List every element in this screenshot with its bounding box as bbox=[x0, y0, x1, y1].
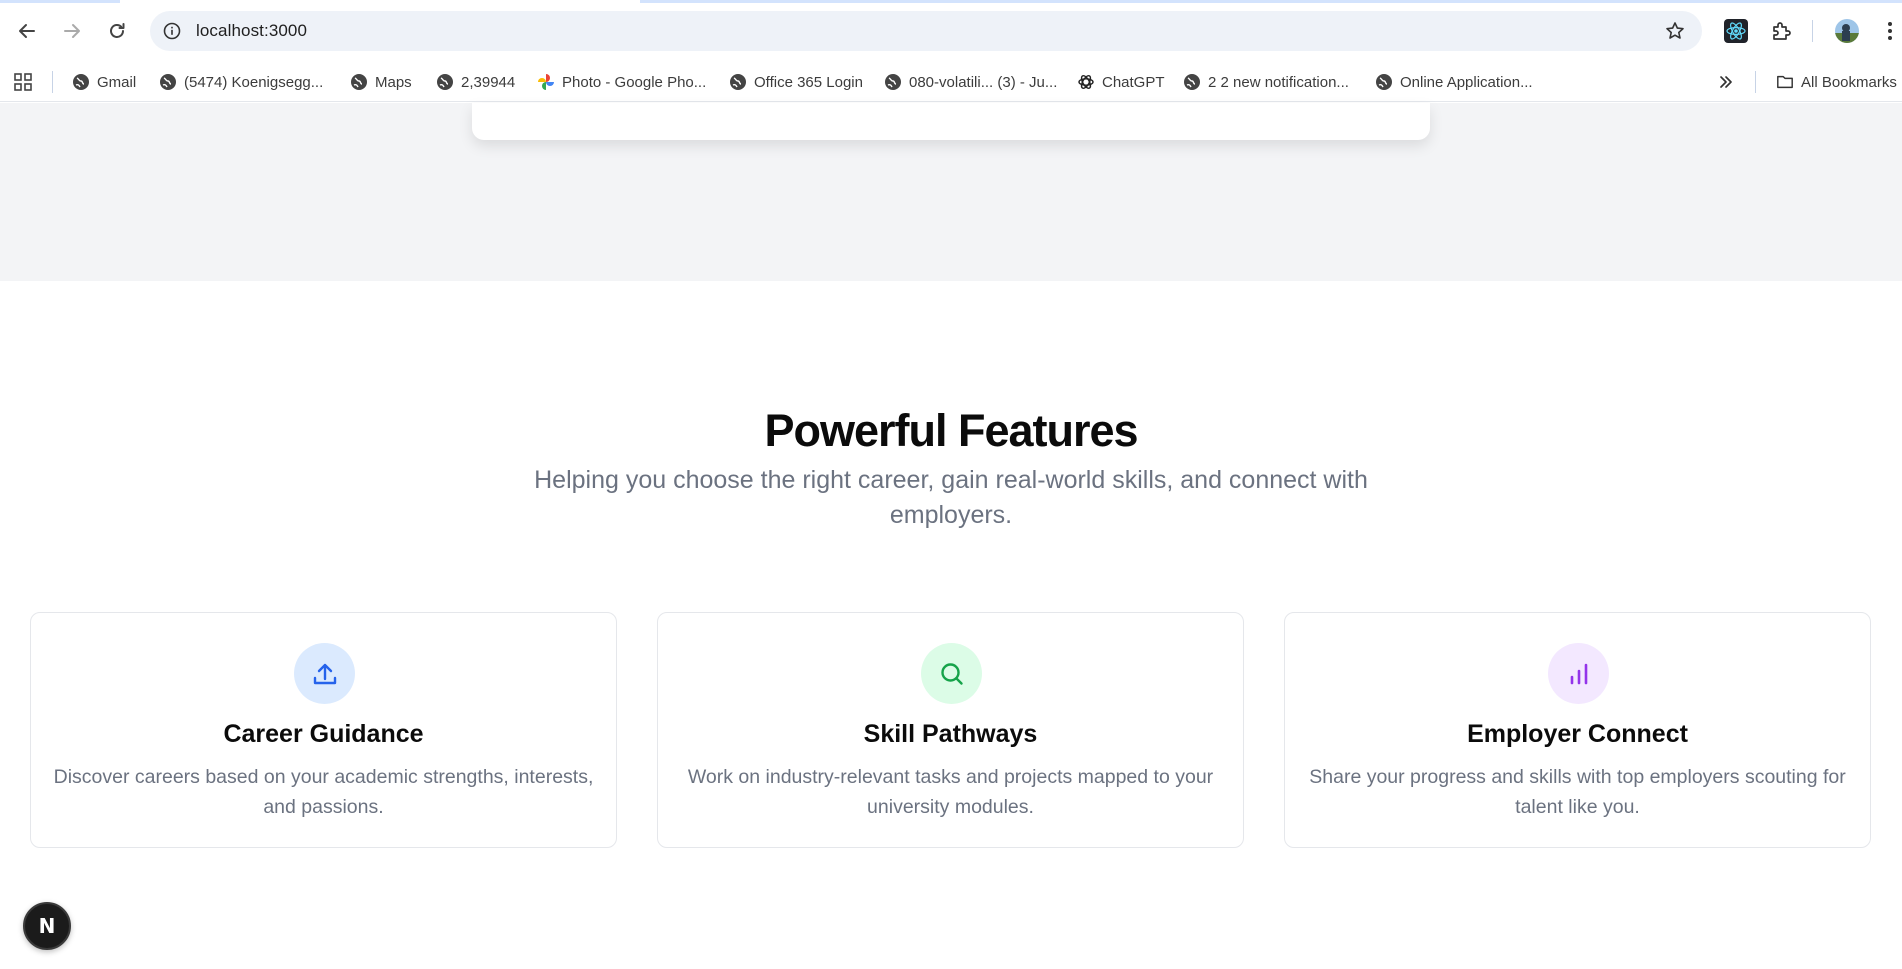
globe-icon bbox=[436, 73, 454, 91]
bookmark-item[interactable]: 2 2 new notification... bbox=[1183, 71, 1349, 93]
chatgpt-icon bbox=[1077, 73, 1095, 91]
bookmark-item[interactable]: Online Application... bbox=[1375, 71, 1533, 93]
page-content: Powerful Features Helping you choose the… bbox=[0, 103, 1902, 969]
bookmarks-divider bbox=[1755, 71, 1756, 93]
react-icon bbox=[1724, 19, 1748, 43]
arrow-left-icon bbox=[19, 24, 35, 38]
apps-button[interactable] bbox=[13, 71, 33, 93]
bookmark-label: Photo - Google Pho... bbox=[562, 73, 707, 91]
folder-icon bbox=[1776, 73, 1794, 91]
bookmark-star-icon[interactable] bbox=[1664, 20, 1686, 42]
avatar-icon bbox=[1835, 19, 1859, 43]
feature-card-skill-pathways: Skill Pathways Work on industry-relevant… bbox=[657, 612, 1244, 848]
chevron-double-right-icon bbox=[1720, 76, 1732, 88]
globe-icon bbox=[884, 73, 902, 91]
bookmark-label: Office 365 Login bbox=[754, 73, 863, 91]
upload-icon bbox=[313, 663, 336, 684]
google-photos-icon bbox=[537, 73, 555, 91]
feature-icon-circle bbox=[294, 643, 355, 704]
search-icon bbox=[940, 662, 963, 685]
apps-grid-icon bbox=[14, 73, 32, 91]
globe-icon bbox=[350, 73, 368, 91]
url-text[interactable]: localhost:3000 bbox=[196, 21, 307, 41]
puzzle-icon bbox=[1773, 22, 1791, 40]
bookmark-item[interactable]: ChatGPT bbox=[1077, 71, 1165, 93]
globe-icon bbox=[1375, 73, 1393, 91]
bookmark-label: (5474) Koenigsegg... bbox=[184, 73, 324, 91]
all-bookmarks-button[interactable]: All Bookmarks bbox=[1776, 71, 1897, 93]
bookmark-label: Online Application... bbox=[1400, 73, 1533, 91]
bookmarks-divider bbox=[52, 71, 53, 93]
bookmark-label: 2,39944 bbox=[461, 73, 516, 91]
tab-strip-hint bbox=[640, 0, 1902, 3]
bookmark-item[interactable]: 2,39944 bbox=[436, 71, 515, 93]
reload-button[interactable] bbox=[102, 16, 132, 46]
profile-avatar[interactable] bbox=[1833, 17, 1861, 45]
feature-title: Career Guidance bbox=[223, 720, 424, 748]
forward-button[interactable] bbox=[57, 16, 87, 46]
globe-icon bbox=[1183, 73, 1201, 91]
bookmark-label: Maps bbox=[375, 73, 412, 91]
bar-chart-icon bbox=[1570, 663, 1587, 684]
feature-description: Share your progress and skills with top … bbox=[1309, 766, 1846, 818]
bookmark-label: 2 2 new notification... bbox=[1208, 73, 1349, 91]
arrow-right-icon bbox=[64, 24, 80, 38]
feature-title: Employer Connect bbox=[1467, 720, 1688, 748]
feature-description: Discover careers based on your academic … bbox=[53, 766, 594, 818]
globe-icon bbox=[159, 73, 177, 91]
bookmark-label: Gmail bbox=[97, 73, 137, 91]
nextjs-logo-letter: N bbox=[38, 914, 56, 938]
bookmark-label: 080-volatili... (3) - Ju... bbox=[909, 73, 1058, 91]
nextjs-dev-indicator[interactable]: N bbox=[23, 902, 71, 950]
feature-description: Work on industry-relevant tasks and proj… bbox=[687, 766, 1214, 818]
features-subtitle: Helping you choose the right career, gai… bbox=[534, 466, 1368, 529]
bookmark-item[interactable]: 080-volatili... (3) - Ju... bbox=[884, 71, 1057, 93]
browser-menu-button[interactable] bbox=[1880, 17, 1900, 45]
more-vertical-icon bbox=[1888, 22, 1892, 40]
toolbar-divider bbox=[1812, 20, 1813, 42]
features-title: Powerful Features bbox=[764, 405, 1138, 456]
browser-toolbar: localhost:3000 bbox=[0, 0, 1902, 62]
all-bookmarks-label: All Bookmarks bbox=[1801, 73, 1897, 91]
feature-icon-circle bbox=[1548, 643, 1609, 704]
tab-strip-hint bbox=[0, 0, 120, 3]
extensions-button[interactable] bbox=[1767, 17, 1795, 45]
globe-icon bbox=[72, 73, 90, 91]
feature-card-career-guidance: Career Guidance Discover careers based o… bbox=[30, 612, 617, 848]
feature-icon-circle bbox=[921, 643, 982, 704]
back-button[interactable] bbox=[12, 16, 42, 46]
bookmark-label: ChatGPT bbox=[1102, 73, 1165, 91]
bookmarks-overflow-button[interactable] bbox=[1718, 71, 1734, 93]
bookmark-item[interactable]: Gmail bbox=[72, 71, 136, 93]
feature-title: Skill Pathways bbox=[863, 720, 1038, 748]
bookmark-item[interactable]: (5474) Koenigsegg... bbox=[159, 71, 323, 93]
react-devtools-extension[interactable] bbox=[1722, 17, 1750, 45]
address-bar[interactable]: localhost:3000 bbox=[150, 11, 1702, 51]
globe-icon bbox=[729, 73, 747, 91]
hero-card-bottom bbox=[472, 103, 1430, 140]
bookmark-item[interactable]: Office 365 Login bbox=[729, 71, 863, 93]
feature-card-employer-connect: Employer Connect Share your progress and… bbox=[1284, 612, 1871, 848]
site-info-icon[interactable] bbox=[162, 21, 182, 41]
reload-icon bbox=[110, 23, 125, 38]
bookmarks-bar: Gmail (5474) Koenigsegg... Maps 2,39944 … bbox=[0, 62, 1902, 102]
bookmark-item[interactable]: Photo - Google Pho... bbox=[537, 71, 706, 93]
bookmark-item[interactable]: Maps bbox=[350, 71, 412, 93]
